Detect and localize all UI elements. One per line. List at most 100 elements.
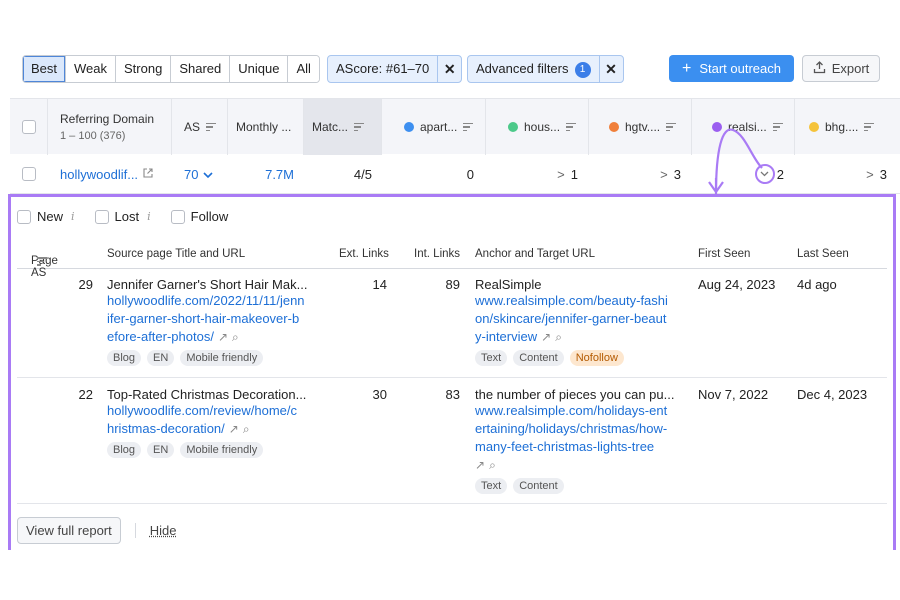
tag: Text	[475, 350, 508, 366]
segment-strong[interactable]: Strong	[116, 56, 172, 82]
first-seen-header[interactable]: First Seen	[698, 248, 750, 260]
sort-icon	[354, 121, 365, 134]
tag: Blog	[107, 350, 142, 366]
match-cell: 4/5	[304, 154, 372, 194]
filter-new[interactable]: New i	[17, 209, 75, 224]
ext-links-value: 14	[372, 277, 387, 292]
tag: Blog	[107, 442, 142, 458]
monthly-header[interactable]: Monthly ...	[228, 99, 304, 155]
source-cell: Jennifer Garner's Short Hair Mak... holl…	[107, 277, 322, 366]
filter-follow-checkbox[interactable]	[170, 209, 185, 224]
anchor-tags: Text Content Nofollow	[475, 350, 690, 366]
segment-weak[interactable]: Weak	[66, 56, 117, 82]
source-title: Top-Rated Christmas Decoration...	[107, 387, 307, 402]
referring-domain-header[interactable]: Referring Domain 1 – 100 (376)	[48, 99, 172, 155]
backlink-filters: New i Lost i Follow	[17, 209, 228, 224]
int-links-header[interactable]: Int. Links	[414, 248, 460, 260]
table-row: hollywoodlif... 70 7.7M 4/5 0 > 1 > 3 2 …	[10, 154, 900, 194]
hide-link[interactable]: Hide	[134, 523, 177, 538]
source-url[interactable]: hollywoodlife.com/2022/11/11/jenn ifer-g…	[107, 292, 322, 346]
select-all-cell	[10, 99, 48, 155]
competitor-name: hous...	[524, 120, 561, 134]
source-url[interactable]: hollywoodlife.com/review/home/c hristmas…	[107, 402, 322, 438]
search-icon[interactable]: ⌕	[555, 330, 562, 344]
search-icon[interactable]: ⌕	[243, 422, 250, 436]
backlinks-table-header: Page AS Source page Title and URL Ext. L…	[17, 241, 887, 279]
match-header[interactable]: Matc...	[304, 99, 382, 155]
external-link-icon[interactable]: ↗	[541, 330, 551, 344]
search-icon[interactable]: ⌕	[489, 458, 496, 472]
advanced-filters-chip[interactable]: Advanced filters 1 ✕	[467, 55, 624, 83]
select-all-checkbox[interactable]	[22, 120, 36, 134]
competitor-value: 3	[673, 166, 681, 182]
row-checkbox[interactable]	[22, 167, 36, 181]
filter-lost-checkbox[interactable]	[94, 209, 109, 224]
target-url[interactable]: www.realsimple.com/beauty-fashi on/skinc…	[475, 292, 690, 346]
segment-all[interactable]: All	[288, 56, 319, 82]
chevron-down-icon	[203, 167, 214, 182]
start-outreach-label: Start outreach	[699, 61, 781, 76]
sort-icon	[566, 121, 577, 134]
segment-unique[interactable]: Unique	[230, 56, 289, 82]
competitor-header-5[interactable]: bhg....	[795, 99, 900, 155]
domain-link[interactable]: hollywoodlif...	[60, 167, 138, 182]
competitor-cell-4[interactable]: 2	[692, 154, 784, 194]
external-link-icon[interactable]: ↗	[218, 330, 228, 344]
competitor-header-2[interactable]: hous...	[486, 99, 589, 155]
filter-count-badge: 1	[574, 62, 591, 78]
monthly-value[interactable]: 7.7M	[265, 167, 294, 182]
export-button[interactable]: Export	[802, 55, 880, 82]
segment-best[interactable]: Best	[23, 56, 67, 82]
sort-icon	[206, 121, 217, 134]
source-tags: Blog EN Mobile friendly	[107, 442, 322, 458]
competitor-header-4[interactable]: realsi...	[692, 99, 795, 155]
as-value: 70	[184, 166, 199, 182]
ascore-filter-chip[interactable]: AScore: #61–70 ✕	[327, 55, 463, 83]
filter-new-checkbox[interactable]	[17, 209, 31, 224]
expand-chevron-icon[interactable]	[754, 164, 775, 184]
tag: Mobile friendly	[180, 442, 264, 458]
segment-shared[interactable]: Shared	[171, 56, 231, 82]
competitor-cell-5[interactable]: > 3	[795, 154, 887, 194]
result-range: 1 – 100 (376)	[60, 130, 126, 142]
anchor-text: the number of pieces you can pu...	[475, 387, 675, 402]
domain-cell: hollywoodlif...	[60, 154, 154, 194]
competitor-name: bhg....	[825, 120, 859, 134]
competitor-cell-2[interactable]: > 1	[486, 154, 578, 194]
filter-lost[interactable]: Lost i	[94, 209, 151, 224]
tag: EN	[147, 350, 175, 366]
close-icon[interactable]: ✕	[598, 56, 623, 82]
competitor-header-3[interactable]: hgtv....	[589, 99, 692, 155]
target-url[interactable]: www.realsimple.com/holidays-ent ertainin…	[475, 402, 690, 474]
competitor-cell-3[interactable]: > 3	[589, 154, 681, 194]
view-full-report-button[interactable]: View full report	[17, 517, 121, 544]
tag: Content	[513, 478, 564, 494]
filter-follow[interactable]: Follow	[170, 209, 229, 224]
anchor-text: RealSimple	[475, 277, 542, 292]
competitor-dot	[712, 122, 722, 132]
competitor-cell-1: 0	[382, 154, 474, 194]
table-header: Referring Domain 1 – 100 (376) AS Monthl…	[10, 98, 900, 155]
competitor-dot	[404, 122, 414, 132]
monthly-cell: 7.7M	[228, 154, 294, 194]
competitor-value: 0	[466, 166, 474, 182]
as-cell[interactable]: 70	[184, 154, 214, 194]
start-outreach-button[interactable]: + Start outreach	[669, 55, 794, 82]
sort-icon	[37, 255, 47, 268]
filter-new-label: New	[37, 209, 64, 224]
as-header[interactable]: AS	[172, 99, 228, 155]
filter-follow-label: Follow	[190, 209, 229, 224]
anchor-header: Anchor and Target URL	[475, 248, 595, 260]
backlink-row: 29 Jennifer Garner's Short Hair Mak... h…	[17, 269, 887, 378]
external-link-icon[interactable]: ↗	[229, 422, 239, 436]
source-tags: Blog EN Mobile friendly	[107, 350, 322, 366]
chevron-right-icon: >	[866, 166, 874, 182]
search-icon[interactable]: ⌕	[232, 330, 239, 344]
source-cell: Top-Rated Christmas Decoration... hollyw…	[107, 387, 322, 458]
competitor-header-1[interactable]: apart...	[382, 99, 486, 155]
close-icon[interactable]: ✕	[437, 56, 461, 82]
last-seen-header[interactable]: Last Seen	[797, 248, 849, 260]
external-link-icon[interactable]: ↗	[475, 458, 485, 472]
external-link-icon[interactable]	[142, 167, 154, 182]
ext-links-header[interactable]: Ext. Links	[339, 248, 389, 260]
